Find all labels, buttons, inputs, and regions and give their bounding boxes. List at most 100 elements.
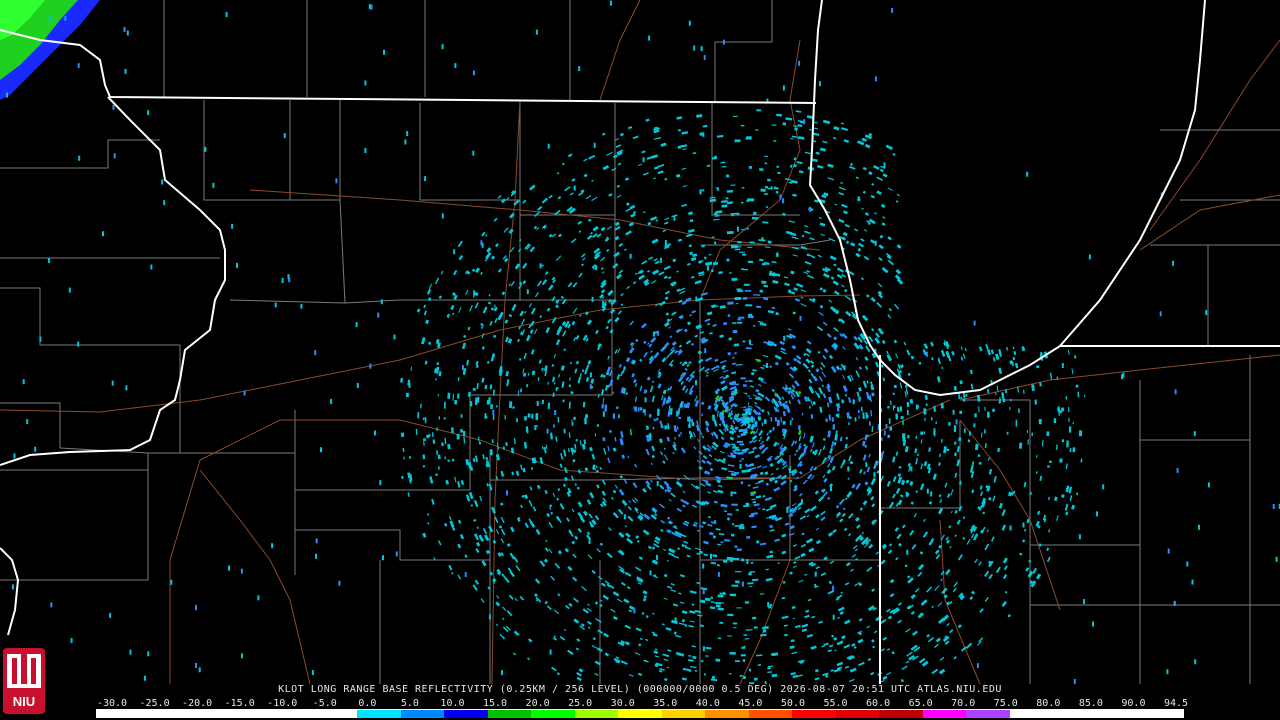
echo-pixel xyxy=(472,70,475,76)
echo-pixel xyxy=(779,194,782,200)
echo-pixel xyxy=(765,206,768,208)
echo-pixel xyxy=(1026,171,1029,177)
echo-pixel xyxy=(728,673,732,675)
echo-pixel xyxy=(369,363,372,369)
echo-pixel xyxy=(974,413,977,418)
echo-pixel xyxy=(129,649,132,655)
echo-pixel xyxy=(492,409,495,415)
echo-pixel xyxy=(963,428,966,433)
echo-pixel xyxy=(925,351,928,357)
echo-pixel xyxy=(395,551,398,557)
echo-pixel xyxy=(738,316,745,319)
echo-pixel xyxy=(754,420,757,424)
echo-pixel xyxy=(874,240,877,246)
echo-pixel xyxy=(732,491,737,495)
echo-pixel xyxy=(948,422,951,426)
echo-pixel xyxy=(578,66,581,72)
echo-pixel xyxy=(730,491,733,497)
echo-pixel xyxy=(374,430,376,436)
echo-pixel xyxy=(380,299,383,305)
echo-pixel xyxy=(902,420,904,425)
echo-pixel xyxy=(68,287,71,293)
radar-map[interactable] xyxy=(0,0,1280,684)
echo-pixel xyxy=(504,415,506,420)
echo-pixel xyxy=(11,584,14,590)
echo-pixel xyxy=(496,405,498,408)
echo-pixel xyxy=(659,420,662,424)
echo-pixel xyxy=(382,555,384,561)
echo-pixel xyxy=(716,188,720,191)
echo-pixel xyxy=(573,185,576,191)
echo-pixel xyxy=(722,39,725,45)
echo-pixel xyxy=(854,417,857,422)
echo-pixel xyxy=(573,416,576,420)
color-scale-segment xyxy=(444,710,488,718)
echo-pixel xyxy=(732,329,738,334)
echo-pixel xyxy=(701,189,705,192)
echo-pixel xyxy=(125,385,128,391)
echo-pixel xyxy=(750,561,754,564)
echo-pixel xyxy=(602,411,605,417)
color-scale-label: 40.0 xyxy=(695,698,720,709)
echo-pixel xyxy=(743,645,746,647)
echo-pixel xyxy=(393,334,396,340)
echo-pixel xyxy=(1034,399,1038,405)
echo-pixel xyxy=(447,459,450,463)
color-scale-label: -25.0 xyxy=(139,698,170,709)
echo-pixel xyxy=(447,392,451,399)
echo-pixel xyxy=(240,568,243,574)
echo-pixel xyxy=(731,503,738,506)
echo-pixel xyxy=(933,428,936,435)
echo-pixel xyxy=(739,463,742,469)
echo-pixel xyxy=(480,240,483,246)
echo-pixel xyxy=(814,571,817,577)
echo-pixel xyxy=(800,499,803,505)
echo-pixel xyxy=(767,240,772,244)
echo-pixel xyxy=(539,263,542,269)
echo-pixel xyxy=(953,425,957,433)
echo-pixel xyxy=(604,404,608,412)
echo-pixel xyxy=(735,660,740,662)
color-scale-label: 90.0 xyxy=(1121,698,1146,709)
echo-pixel xyxy=(225,12,228,18)
echo-pixel xyxy=(527,413,531,418)
echo-pixel xyxy=(909,399,914,404)
echo-pixel xyxy=(741,646,746,649)
echo-pixel xyxy=(873,472,876,478)
echo-pixel xyxy=(648,414,652,418)
echo-pixel xyxy=(843,365,846,371)
echo-pixel xyxy=(776,165,780,168)
echo-pixel xyxy=(441,213,444,219)
echo-pixel xyxy=(734,571,742,573)
echo-pixel xyxy=(198,667,201,673)
echo-pixel xyxy=(734,545,738,548)
echo-pixel xyxy=(749,241,755,244)
echo-pixel xyxy=(22,379,25,385)
echo-pixel xyxy=(959,410,963,415)
echo-pixel xyxy=(423,438,426,442)
echo-pixel xyxy=(525,426,529,433)
echo-pixel xyxy=(736,246,742,248)
echo-pixel xyxy=(978,461,982,465)
echo-pixel xyxy=(472,387,476,391)
color-scale-segment xyxy=(270,710,314,718)
echo-pixel xyxy=(1061,439,1065,443)
echo-pixel xyxy=(776,252,779,258)
echo-pixel xyxy=(602,300,605,306)
echo-pixel xyxy=(732,523,735,526)
echo-pixel xyxy=(64,15,67,21)
echo-pixel xyxy=(355,322,358,328)
color-scale-label: 70.0 xyxy=(951,698,976,709)
echo-pixel xyxy=(1066,440,1069,448)
echo-pixel xyxy=(447,443,451,450)
echo-pixel xyxy=(1083,394,1086,398)
echo-pixel xyxy=(732,557,740,561)
echo-pixel xyxy=(711,269,714,273)
echo-pixel xyxy=(893,405,896,409)
echo-pixel xyxy=(742,659,746,663)
echo-pixel xyxy=(687,416,690,422)
echo-pixel xyxy=(678,416,682,419)
color-scale-label: -5.0 xyxy=(312,698,337,709)
color-scale-segment xyxy=(487,710,532,718)
echo-pixel xyxy=(799,315,802,321)
